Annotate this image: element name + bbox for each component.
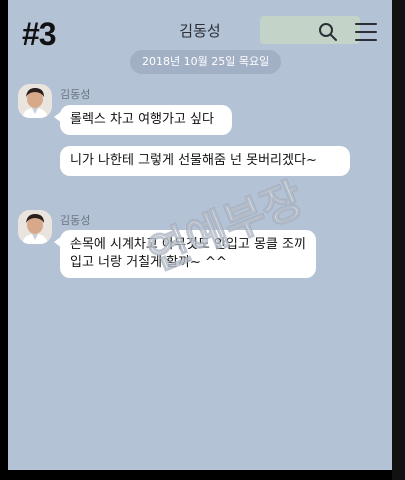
profile-photo-icon	[18, 210, 52, 244]
menu-icon-bar	[355, 23, 377, 25]
message-bubble: 손목에 시계차고 아무것도 안입고 몽클 조끼입고 너랑 거칠게 할까~ ^^	[54, 230, 316, 278]
chat-header: #3 김동성	[8, 0, 392, 52]
faded-overlay-box	[260, 16, 360, 44]
chat-screen: #3 김동성 2018년 10월 25일 목요일 김동성 롤렉스 차고 여행가고…	[8, 0, 392, 470]
menu-button[interactable]	[353, 20, 379, 44]
sender-name: 김동성	[60, 88, 91, 101]
sender-name: 김동성	[60, 214, 91, 227]
date-divider: 2018년 10월 25일 목요일	[130, 50, 282, 74]
avatar[interactable]	[18, 84, 52, 118]
video-edge	[392, 0, 405, 480]
avatar[interactable]	[18, 210, 52, 244]
menu-icon-bar	[355, 39, 377, 41]
search-icon	[319, 23, 337, 41]
message-bubble: 롤렉스 차고 여행가고 싶다	[54, 105, 232, 135]
search-button[interactable]	[314, 18, 342, 46]
menu-icon-bar	[355, 31, 377, 33]
message-bubble: 니가 나한테 그렇게 선물해줌 넌 못버리겠다~	[60, 146, 350, 176]
profile-photo-icon	[18, 84, 52, 118]
